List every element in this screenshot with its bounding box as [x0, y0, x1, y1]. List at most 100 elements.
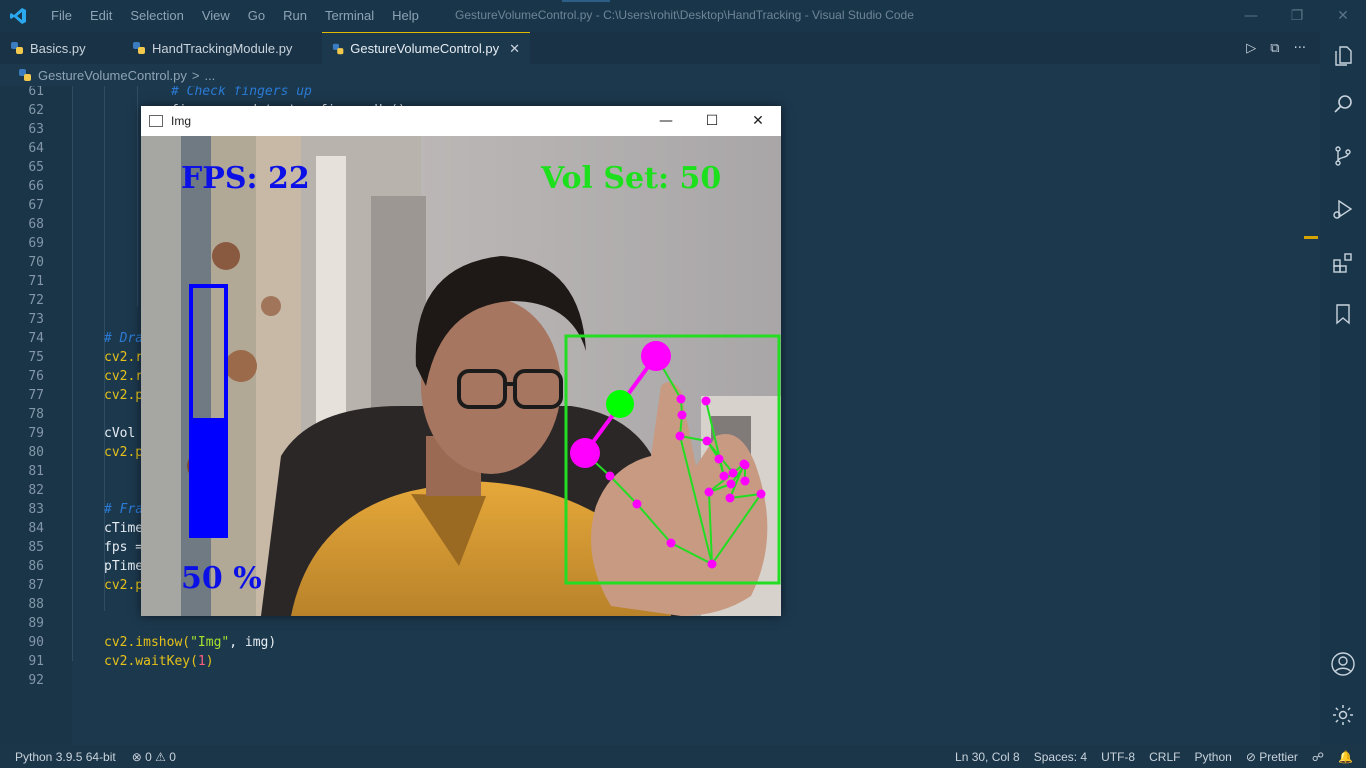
code-token: cv2.waitKey( — [104, 654, 198, 669]
menu-terminal[interactable]: Terminal — [316, 0, 383, 32]
image-maximize-button[interactable]: ☐ — [689, 106, 735, 136]
line-number: 84 — [28, 521, 44, 536]
menu-edit[interactable]: Edit — [81, 0, 121, 32]
line-number: 83 — [28, 502, 44, 517]
tab-handtrackingmodule[interactable]: HandTrackingModule.py — [122, 32, 322, 64]
hand-landmark — [702, 436, 712, 446]
split-editor-icon[interactable]: ⧉ — [1270, 41, 1279, 56]
title-bar: File Edit Selection View Go Run Terminal Help G… — [0, 0, 1366, 32]
code-line[interactable]: cv2.p — [104, 386, 143, 405]
explorer-icon[interactable] — [1320, 32, 1366, 80]
menu-file[interactable]: File — [42, 0, 81, 32]
line-number: 80 — [28, 445, 44, 460]
hand-landmark — [704, 487, 714, 497]
menu-selection[interactable]: Selection — [121, 0, 192, 32]
line-number: 89 — [28, 616, 44, 631]
line-ending[interactable]: CRLF — [1142, 750, 1187, 764]
menu-help[interactable]: Help — [383, 0, 428, 32]
code-line[interactable]: # Check fingers up — [171, 86, 312, 101]
line-number: 76 — [28, 369, 44, 384]
feedback-icon[interactable]: ☍ — [1305, 750, 1331, 764]
line-number: 81 — [28, 464, 44, 479]
encoding[interactable]: UTF-8 — [1094, 750, 1142, 764]
code-line[interactable]: cv2.p — [104, 443, 143, 462]
code-line[interactable]: cv2.p — [104, 576, 143, 595]
prettier-status[interactable]: ⊘ Prettier — [1239, 750, 1305, 764]
close-window-button[interactable]: ✕ — [1320, 0, 1366, 32]
code-line[interactable]: cVol — [104, 424, 135, 443]
volume-percent-text: 50 % — [181, 561, 262, 596]
hand-landmark — [726, 479, 736, 489]
line-number: 74 — [28, 331, 44, 346]
line-number: 79 — [28, 426, 44, 441]
image-minimize-button[interactable]: — — [643, 106, 689, 136]
menu-run[interactable]: Run — [274, 0, 316, 32]
code-line[interactable]: # Fra — [104, 500, 143, 519]
code-token: cv2.r — [104, 369, 144, 384]
python-interpreter[interactable]: Python 3.9.5 64-bit — [8, 750, 123, 764]
code-line[interactable]: pTime — [104, 557, 143, 576]
line-number: 91 — [28, 654, 44, 669]
code-line[interactable]: fps = — [104, 538, 143, 557]
line-number: 67 — [28, 198, 44, 213]
code-line[interactable]: # Dra — [104, 329, 143, 348]
code-line[interactable]: cv2.waitKey(1) — [104, 652, 214, 671]
hand-landmark — [740, 476, 750, 486]
tab-basics[interactable]: Basics.py — [0, 32, 122, 64]
code-token: cv2.p — [104, 578, 144, 593]
hand-landmark — [756, 489, 766, 499]
tab-label: HandTrackingModule.py — [152, 40, 293, 56]
hand-landmark — [714, 454, 724, 464]
language-mode[interactable]: Python — [1187, 750, 1238, 764]
run-python-file-icon[interactable]: ▷ — [1246, 41, 1256, 56]
search-icon[interactable] — [1320, 80, 1366, 128]
opencv-image-window[interactable]: Img — ☐ ✕ FPS: 22 Vol Set: 50 50 % — [141, 106, 781, 616]
code-line[interactable]: cv2.r — [104, 367, 143, 386]
status-bar: Python 3.9.5 64-bit ⊗ 0 ⚠ 0 Ln 30, Col 8… — [0, 745, 1366, 768]
account-icon[interactable] — [1320, 640, 1366, 688]
tab-gesturevolumecontrol[interactable]: GestureVolumeControl.py ✕ — [322, 32, 530, 64]
image-window-titlebar[interactable]: Img — ☐ ✕ — [141, 106, 781, 136]
menu-go[interactable]: Go — [239, 0, 274, 32]
notifications-icon[interactable]: 🔔 — [1331, 750, 1360, 764]
cursor-position[interactable]: Ln 30, Col 8 — [948, 750, 1027, 764]
settings-gear-icon[interactable] — [1320, 691, 1366, 739]
window-app-icon — [149, 115, 163, 127]
code-token: cv2.p — [104, 388, 144, 403]
close-tab-icon[interactable]: ✕ — [509, 41, 520, 57]
more-actions-icon[interactable]: ··· — [1294, 41, 1306, 56]
source-control-icon[interactable] — [1320, 132, 1366, 180]
code-token: "Img" — [190, 635, 230, 650]
line-number: 72 — [28, 293, 44, 308]
python-file-icon — [19, 69, 31, 81]
code-line[interactable]: cTime — [104, 519, 143, 538]
code-token: cv2.p — [104, 445, 144, 460]
image-close-button[interactable]: ✕ — [735, 106, 781, 136]
vscode-logo-icon — [8, 6, 28, 26]
code-token: , img) — [229, 635, 277, 650]
code-token: # Dra — [104, 331, 144, 346]
hand-connection — [609, 475, 638, 505]
run-debug-icon[interactable] — [1320, 185, 1366, 233]
indentation[interactable]: Spaces: 4 — [1027, 750, 1094, 764]
line-number: 63 — [28, 122, 44, 137]
hand-landmark — [740, 460, 750, 470]
menu-view[interactable]: View — [193, 0, 239, 32]
scrollbar-marker[interactable] — [1304, 236, 1318, 239]
extensions-icon[interactable] — [1320, 239, 1366, 287]
code-token: fps = — [104, 540, 144, 555]
bookmark-icon[interactable] — [1320, 290, 1366, 338]
breadcrumb-file[interactable]: GestureVolumeControl.py — [38, 68, 187, 83]
problems-count[interactable]: ⊗ 0 ⚠ 0 — [125, 750, 183, 764]
minimize-button[interactable]: — — [1228, 0, 1274, 32]
vol-set-text: Vol Set: 50 — [540, 161, 721, 196]
code-line[interactable]: cv2.imshow("Img", img) — [104, 633, 276, 652]
hand-landmark — [725, 493, 735, 503]
hand-connection — [636, 503, 672, 544]
python-file-icon — [133, 42, 145, 54]
restore-button[interactable]: ❐ — [1274, 0, 1320, 32]
line-number: 68 — [28, 217, 44, 232]
code-line[interactable]: cv2.r — [104, 348, 143, 367]
breadcrumb-symbol[interactable]: ... — [204, 68, 215, 83]
hand-connection — [729, 493, 762, 499]
